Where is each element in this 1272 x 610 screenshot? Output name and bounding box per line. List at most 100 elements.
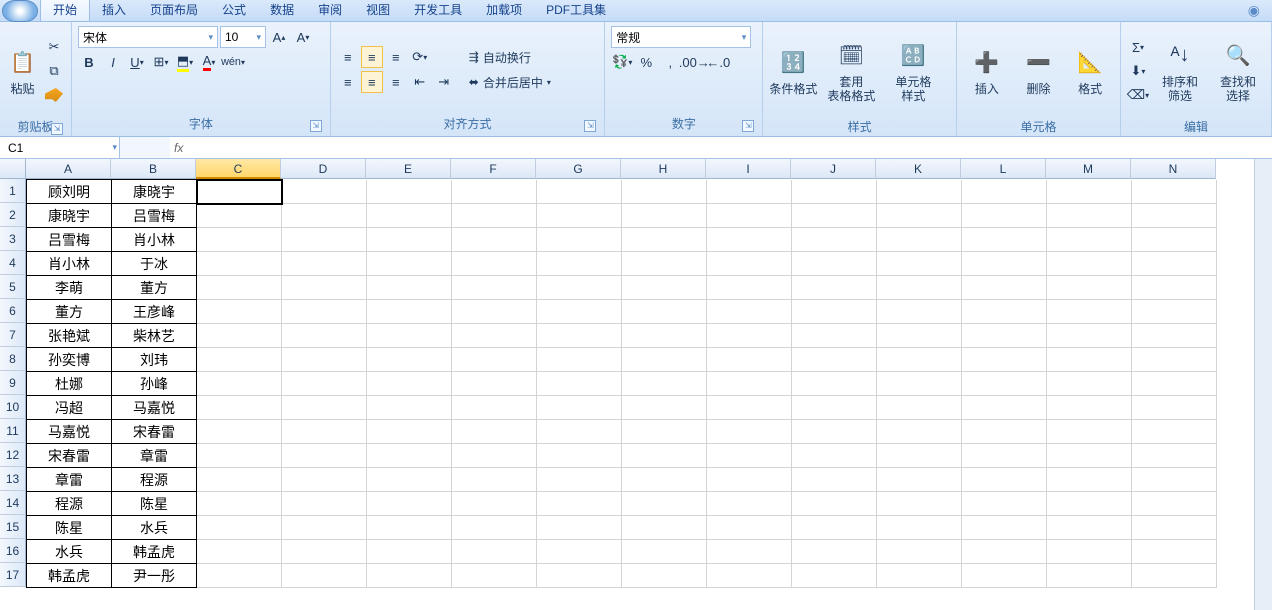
cell-N6[interactable]: [1132, 300, 1217, 324]
align-top-button[interactable]: ≡: [337, 46, 359, 68]
cell-J10[interactable]: [792, 396, 877, 420]
cell-F9[interactable]: [452, 372, 537, 396]
col-header-H[interactable]: H: [621, 159, 706, 179]
cell-M15[interactable]: [1047, 516, 1132, 540]
cell-B11[interactable]: 宋春雷: [112, 420, 197, 444]
cell-I17[interactable]: [707, 564, 792, 588]
cell-F7[interactable]: [452, 324, 537, 348]
cell-I14[interactable]: [707, 492, 792, 516]
cell-A15[interactable]: 陈星: [27, 516, 112, 540]
cell-A3[interactable]: 吕雪梅: [27, 228, 112, 252]
cell-N17[interactable]: [1132, 564, 1217, 588]
cell-L17[interactable]: [962, 564, 1047, 588]
cell-D9[interactable]: [282, 372, 367, 396]
help-icon[interactable]: ◉: [1248, 2, 1260, 19]
cell-H6[interactable]: [622, 300, 707, 324]
cell-M6[interactable]: [1047, 300, 1132, 324]
cell-E1[interactable]: [367, 180, 452, 204]
cell-G10[interactable]: [537, 396, 622, 420]
row-header-14[interactable]: 14: [0, 491, 26, 515]
cell-K3[interactable]: [877, 228, 962, 252]
cell-I6[interactable]: [707, 300, 792, 324]
cell-M9[interactable]: [1047, 372, 1132, 396]
cell-F4[interactable]: [452, 252, 537, 276]
cell-N10[interactable]: [1132, 396, 1217, 420]
cell-B3[interactable]: 肖小林: [112, 228, 197, 252]
cell-G7[interactable]: [537, 324, 622, 348]
cell-C14[interactable]: [197, 492, 282, 516]
cell-F1[interactable]: [452, 180, 537, 204]
cell-E10[interactable]: [367, 396, 452, 420]
cell-J9[interactable]: [792, 372, 877, 396]
cell-A9[interactable]: 杜娜: [27, 372, 112, 396]
cell-C6[interactable]: [197, 300, 282, 324]
cell-B7[interactable]: 柴林艺: [112, 324, 197, 348]
cell-B10[interactable]: 马嘉悦: [112, 396, 197, 420]
cell-H5[interactable]: [622, 276, 707, 300]
cell-A17[interactable]: 韩孟虎: [27, 564, 112, 588]
cell-D6[interactable]: [282, 300, 367, 324]
cell-C2[interactable]: [197, 204, 282, 228]
tab-2[interactable]: 页面布局: [138, 0, 210, 21]
cell-C4[interactable]: [197, 252, 282, 276]
cell-N11[interactable]: [1132, 420, 1217, 444]
cell-F13[interactable]: [452, 468, 537, 492]
vertical-scrollbar[interactable]: [1254, 159, 1272, 610]
row-header-1[interactable]: 1: [0, 179, 26, 203]
row-header-4[interactable]: 4: [0, 251, 26, 275]
cell-M13[interactable]: [1047, 468, 1132, 492]
cell-C5[interactable]: [197, 276, 282, 300]
merge-center-button[interactable]: ⬌ 合并后居中 ▾: [465, 71, 555, 93]
row-header-12[interactable]: 12: [0, 443, 26, 467]
fill-button[interactable]: ⬇▾: [1127, 60, 1149, 82]
cell-G5[interactable]: [537, 276, 622, 300]
row-header-11[interactable]: 11: [0, 419, 26, 443]
cell-I10[interactable]: [707, 396, 792, 420]
row-header-5[interactable]: 5: [0, 275, 26, 299]
row-header-3[interactable]: 3: [0, 227, 26, 251]
percent-button[interactable]: %: [635, 51, 657, 73]
cell-L7[interactable]: [962, 324, 1047, 348]
cell-M11[interactable]: [1047, 420, 1132, 444]
cell-F16[interactable]: [452, 540, 537, 564]
cell-L3[interactable]: [962, 228, 1047, 252]
cell-L6[interactable]: [962, 300, 1047, 324]
tab-5[interactable]: 审阅: [306, 0, 354, 21]
cell-H15[interactable]: [622, 516, 707, 540]
format-painter-button[interactable]: [43, 84, 65, 106]
cell-L5[interactable]: [962, 276, 1047, 300]
align-right-button[interactable]: ≡: [385, 71, 407, 93]
tab-8[interactable]: 加载项: [474, 0, 534, 21]
cell-J14[interactable]: [792, 492, 877, 516]
cell-B17[interactable]: 尹一彤: [112, 564, 197, 588]
cell-F2[interactable]: [452, 204, 537, 228]
paste-button[interactable]: 📋 粘贴: [6, 26, 39, 116]
cell-I13[interactable]: [707, 468, 792, 492]
cell-I11[interactable]: [707, 420, 792, 444]
cell-D7[interactable]: [282, 324, 367, 348]
format-as-table-button[interactable]: 🗓套用 表格格式: [821, 26, 881, 116]
cell-C17[interactable]: [197, 564, 282, 588]
cell-G13[interactable]: [537, 468, 622, 492]
row-header-13[interactable]: 13: [0, 467, 26, 491]
cell-K10[interactable]: [877, 396, 962, 420]
cell-C16[interactable]: [197, 540, 282, 564]
cell-B6[interactable]: 王彦峰: [112, 300, 197, 324]
row-header-9[interactable]: 9: [0, 371, 26, 395]
font-name-select[interactable]: 宋体▾: [78, 26, 218, 48]
sort-filter-button[interactable]: ᴬ↓排序和 筛选: [1153, 26, 1207, 116]
cell-C7[interactable]: [197, 324, 282, 348]
cell-D11[interactable]: [282, 420, 367, 444]
tab-1[interactable]: 插入: [90, 0, 138, 21]
col-header-F[interactable]: F: [451, 159, 536, 179]
cell-G2[interactable]: [537, 204, 622, 228]
cell-I2[interactable]: [707, 204, 792, 228]
cell-A5[interactable]: 李萌: [27, 276, 112, 300]
number-dialog-launcher[interactable]: ⇲: [742, 120, 754, 132]
cell-J5[interactable]: [792, 276, 877, 300]
fx-icon[interactable]: fx: [174, 141, 183, 155]
cell-G12[interactable]: [537, 444, 622, 468]
cell-C9[interactable]: [197, 372, 282, 396]
cell-N5[interactable]: [1132, 276, 1217, 300]
cell-L4[interactable]: [962, 252, 1047, 276]
